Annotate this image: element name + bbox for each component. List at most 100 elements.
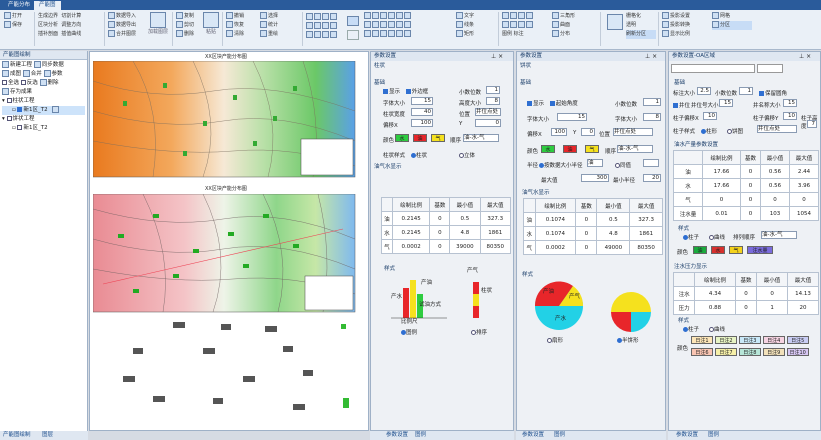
save-button[interactable]: 保存 — [4, 21, 34, 30]
cut-calc-button[interactable]: 切割计算 — [61, 13, 81, 19]
offset-x-input[interactable]: 100 — [411, 119, 433, 127]
offset-y-input[interactable]: 10 — [783, 112, 797, 120]
bar-height-input[interactable]: 7 — [807, 120, 817, 128]
select-button[interactable]: 选择 — [260, 12, 300, 21]
table-row[interactable]: 压力 0.88 0 1 20 — [672, 300, 819, 315]
decimal-input[interactable]: 1 — [486, 86, 500, 94]
height-input[interactable]: 8 — [486, 97, 500, 105]
align-icon[interactable] — [380, 30, 387, 37]
save-result-button[interactable]: 存为成果 — [2, 88, 85, 97]
tab-param[interactable]: 参数设置 — [386, 431, 408, 440]
legend-radio[interactable]: 图例 — [401, 328, 417, 336]
name-size-input[interactable]: 15 — [783, 99, 797, 107]
zoom-fit-icon[interactable] — [322, 13, 329, 20]
legend-button[interactable]: 图例 标注 — [502, 30, 548, 39]
north-icon[interactable] — [502, 21, 509, 28]
zoom-tools[interactable] — [306, 13, 346, 22]
order-select[interactable]: 油-水-气 — [761, 231, 797, 239]
decimal-input[interactable]: 1 — [643, 98, 661, 106]
transparent-button[interactable]: 透明 — [626, 21, 656, 30]
round-checkbox[interactable]: 保留圆角 — [759, 89, 787, 97]
map-canvas[interactable]: XX区块产能分布图 XX区块产能分布图 — [89, 51, 369, 431]
position-select[interactable]: 井位点处 — [613, 128, 653, 136]
tab-capacity-distribution[interactable]: 产能分布 — [3, 1, 35, 10]
daily-swatch[interactable]: 日注6 — [691, 348, 713, 356]
same-radius-input[interactable] — [643, 159, 659, 167]
label-size-input[interactable]: 2.5 — [697, 87, 711, 95]
show-checkbox[interactable] — [383, 89, 388, 94]
style2-radio-bar[interactable]: 柱子 — [683, 325, 699, 333]
contour-map-1[interactable] — [93, 61, 363, 181]
style-radio-3d[interactable]: 立体 — [459, 151, 475, 159]
rotate-icon[interactable] — [314, 22, 321, 29]
start-angle-checkbox[interactable] — [549, 101, 555, 106]
tree-node-bar-project[interactable]: ▾ 柱状工程 — [2, 97, 85, 106]
tree-node-pie-item[interactable]: ▫ 新1区_T2 — [2, 124, 85, 133]
daily-swatch[interactable]: 日注1 — [691, 336, 713, 344]
block-analysis-button[interactable]: 区块分析 — [38, 22, 58, 28]
surface-button[interactable]: 曲面 — [552, 21, 598, 30]
tab-draw[interactable]: 产能图绘制 — [3, 431, 31, 440]
measure-icon[interactable] — [372, 30, 379, 37]
merge-button[interactable]: 合并 — [22, 70, 42, 77]
select-all-button[interactable]: 全选 — [2, 80, 19, 86]
gas-color-swatch[interactable]: 气 — [729, 246, 743, 254]
open-button[interactable]: 打开 — [4, 12, 34, 21]
daily-swatch[interactable]: 日注10 — [786, 348, 809, 356]
oil-color-swatch[interactable]: 油 — [693, 246, 707, 254]
offset-x-input[interactable]: 100 — [551, 128, 567, 136]
sync-data-button[interactable]: 同步数据 — [33, 61, 64, 68]
tree-checkbox[interactable] — [17, 107, 23, 112]
undo-button[interactable]: 撤销 — [226, 12, 256, 21]
tag-icon[interactable] — [526, 21, 533, 28]
arrow-icon[interactable] — [347, 30, 359, 40]
generate-map-button[interactable]: 成图 — [2, 70, 21, 77]
pin-icon[interactable]: ⊥ × — [645, 53, 657, 60]
daily-swatch[interactable]: 日注9 — [762, 348, 785, 356]
style-radio-bar[interactable]: 柱状 — [411, 151, 427, 159]
table-row[interactable]: 气 0.0002 0 39000 80350 — [381, 239, 512, 254]
draw-tools-row1[interactable] — [364, 12, 452, 21]
pan-tools[interactable] — [306, 22, 346, 31]
group-icon[interactable] — [388, 30, 395, 37]
layout-icon[interactable] — [502, 12, 509, 19]
mode-radio-pie[interactable]: 饼图 — [727, 127, 743, 135]
zoom-in-icon[interactable] — [306, 13, 313, 20]
zoom-out-icon[interactable] — [314, 13, 321, 20]
oil-color-swatch[interactable]: 油 — [563, 145, 577, 153]
decimal-input[interactable]: 1 — [739, 87, 753, 95]
next-view-icon[interactable] — [330, 31, 337, 38]
pen-icon[interactable] — [364, 12, 371, 19]
style2-radio-curve[interactable]: 曲线 — [709, 325, 725, 333]
radius-field-select[interactable]: 油 — [587, 159, 603, 167]
tree-checkbox[interactable] — [17, 125, 23, 130]
well-size-input[interactable]: 15 — [719, 99, 733, 107]
legend-tools[interactable] — [502, 12, 548, 21]
line-icon[interactable] — [372, 12, 379, 19]
max-value-input[interactable]: 300 — [581, 174, 609, 182]
rect-button[interactable]: 矩形 — [456, 30, 496, 39]
water-color-swatch[interactable]: 水 — [395, 134, 409, 142]
pan-icon[interactable] — [306, 22, 313, 29]
legend-icon[interactable] — [518, 12, 525, 19]
gas-color-swatch[interactable]: 气 — [585, 145, 599, 153]
node-icon[interactable] — [396, 12, 403, 19]
table-row[interactable]: 水 17.66 0 0.56 3.96 — [673, 178, 820, 193]
gas-color-swatch[interactable]: 气 — [431, 134, 445, 142]
projection-settings-button[interactable]: 投影设置 — [662, 12, 710, 21]
tab-param[interactable]: 参数设置 — [676, 431, 698, 440]
zone-button[interactable]: 分区 — [712, 21, 752, 30]
rasterize-button[interactable]: 栅格化 — [626, 12, 656, 21]
bar-width-input[interactable]: 40 — [411, 108, 433, 116]
clear-button[interactable]: 清除 — [226, 30, 256, 39]
table-row[interactable]: 油 0.2145 0 0.5 327.3 — [381, 211, 512, 226]
new-project-button[interactable]: 新建工程 — [2, 61, 32, 68]
table-icon[interactable] — [510, 12, 517, 19]
table-row[interactable]: 水 0.1074 0 4.8 1861 — [523, 226, 663, 241]
tab-layers[interactable]: 图层 — [42, 431, 53, 440]
sector-radio[interactable]: 扇形 — [547, 336, 563, 344]
order-select[interactable]: 油-水-气 — [463, 134, 499, 142]
daily-swatch[interactable]: 日注8 — [738, 348, 761, 356]
mode-radio-bar[interactable]: 柱形 — [701, 127, 717, 135]
ellipse-icon[interactable] — [372, 21, 379, 28]
